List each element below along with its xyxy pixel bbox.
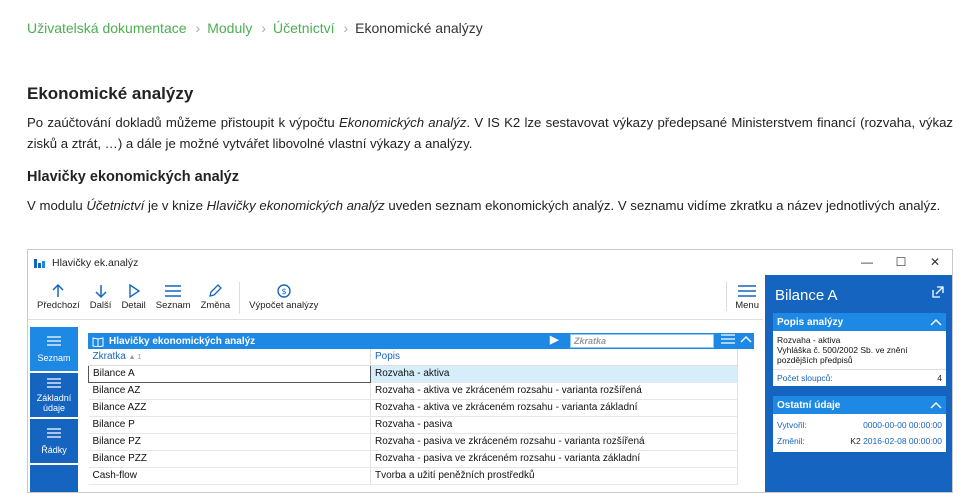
breadcrumb-link-modules[interactable]: Moduly (207, 20, 252, 36)
chevron-right-icon: › (343, 20, 349, 36)
table-row[interactable]: Cash-flow Tvorba a užití peněžních prostř… (88, 467, 738, 485)
description-section: Popis analýzy Rozvaha - aktiva Vyhláška … (773, 313, 946, 386)
breadcrumb: Uživatelská dokumentace › Moduly › Účetn… (27, 20, 483, 36)
edit-button[interactable]: Změna (196, 282, 236, 311)
nav-item-basic-data[interactable]: Základní údaje (30, 373, 78, 419)
page-title: Ekonomické analýzy (27, 84, 194, 103)
next-button[interactable]: Další (85, 282, 117, 311)
app-icon (34, 259, 45, 268)
grid-panel: Hlavičky ekonomických analýz ▶ Zkratka Z… (88, 333, 754, 492)
table-row[interactable]: Bilance AZZ Rozvaha - aktiva ve zkráceném… (88, 399, 738, 417)
table-row[interactable]: Bilance PZZ Rozvaha - pasiva ve zkráceném… (88, 450, 738, 468)
chevron-up-icon[interactable] (930, 318, 942, 326)
detail-title: Bilance A (765, 275, 952, 313)
search-input[interactable]: Zkratka (570, 334, 714, 348)
refresh-icon: $ (276, 282, 292, 300)
breadcrumb-current: Ekonomické analýzy (355, 20, 483, 36)
previous-button[interactable]: Předchozí (32, 282, 85, 311)
play-filter-icon[interactable]: ▶ (550, 333, 558, 346)
menu-button[interactable]: Menu (726, 282, 759, 311)
table-row[interactable]: Bilance PZ Rozvaha - pasiva ve zkráceném … (88, 433, 738, 451)
column-header-popis[interactable]: Popis (370, 349, 738, 366)
grid-header: Hlavičky ekonomických analýz ▶ Zkratka (88, 333, 754, 349)
chevron-up-icon[interactable] (930, 401, 942, 409)
arrow-down-icon (94, 282, 108, 300)
table-row[interactable]: Bilance AZ Rozvaha - aktiva ve zkráceném … (88, 382, 738, 400)
section-heading: Hlavičky ekonomických analýz (27, 169, 239, 185)
other-data-section: Ostatní údaje Vytvořil: 0000-00-00 00:00… (773, 396, 946, 452)
nav-item-list[interactable]: Seznam (30, 327, 78, 373)
book-icon (92, 336, 104, 347)
nav-item-rows[interactable]: Řádky (30, 419, 78, 465)
app-window: Hlavičky ek.analýz — ☐ ✕ Předchozí Další… (27, 249, 953, 493)
chevron-right-icon: › (261, 20, 267, 36)
table-row[interactable]: Bilance A Rozvaha - aktiva (88, 364, 738, 383)
table-row[interactable]: Bilance P Rozvaha - pasiva (88, 416, 738, 434)
list-icon (47, 428, 61, 438)
detail-button[interactable]: Detail (116, 282, 150, 311)
breadcrumb-link-accounting[interactable]: Účetnictví (273, 20, 334, 36)
minimize-button[interactable]: — (850, 250, 884, 274)
close-button[interactable]: ✕ (918, 250, 952, 274)
changed-row: Změnil: K2 2016-02-08 00:00:00 (773, 433, 946, 452)
hamburger-icon[interactable] (721, 334, 735, 344)
list-button[interactable]: Seznam (151, 282, 196, 311)
section-paragraph: V modulu Účetnictví je v knize Hlavičky … (27, 198, 941, 213)
chevron-up-icon[interactable] (740, 335, 752, 343)
breadcrumb-link-docs[interactable]: Uživatelská dokumentace (27, 20, 187, 36)
hamburger-icon (737, 282, 757, 300)
svg-text:$: $ (281, 287, 286, 296)
window-title: Hlavičky ek.analýz (52, 257, 139, 269)
external-link-icon[interactable] (932, 286, 944, 298)
column-count-row: Počet sloupců: 4 (773, 369, 946, 386)
left-nav: Seznam Základní údaje Řádky (30, 327, 78, 492)
toolbar-separator (239, 282, 241, 314)
list-icon (164, 282, 182, 300)
created-row: Vytvořil: 0000-00-00 00:00:00 (773, 414, 946, 433)
list-icon (47, 336, 61, 346)
toolbar: Předchozí Další Detail Seznam Změna $ Vý… (28, 276, 763, 320)
arrow-up-icon (51, 282, 65, 300)
compute-analysis-button[interactable]: $ Výpočet analýzy (244, 282, 323, 311)
description-header[interactable]: Popis analýzy (773, 313, 946, 331)
column-header-zkratka[interactable]: Zkratka ▲ 1 (88, 349, 371, 366)
list-icon (47, 378, 61, 388)
analysis-table: Zkratka ▲ 1 Popis Bilance A Rozvaha - akt… (88, 349, 738, 485)
chevron-right-icon: › (195, 20, 201, 36)
grid-title: Hlavičky ekonomických analýz (109, 335, 256, 347)
play-icon (127, 282, 141, 300)
window-titlebar: Hlavičky ek.analýz — ☐ ✕ (28, 250, 952, 276)
table-header-row: Zkratka ▲ 1 Popis (88, 349, 738, 366)
maximize-button[interactable]: ☐ (884, 250, 918, 274)
pencil-icon (207, 282, 223, 300)
main-area: Předchozí Další Detail Seznam Změna $ Vý… (28, 276, 763, 492)
other-data-header[interactable]: Ostatní údaje (773, 396, 946, 414)
detail-panel: Bilance A Popis analýzy Rozvaha - aktiva… (765, 275, 952, 492)
intro-paragraph: Po zaúčtování dokladů můžeme přistoupit … (27, 115, 953, 151)
description-body: Rozvaha - aktiva Vyhláška č. 500/2002 Sb… (773, 331, 946, 369)
